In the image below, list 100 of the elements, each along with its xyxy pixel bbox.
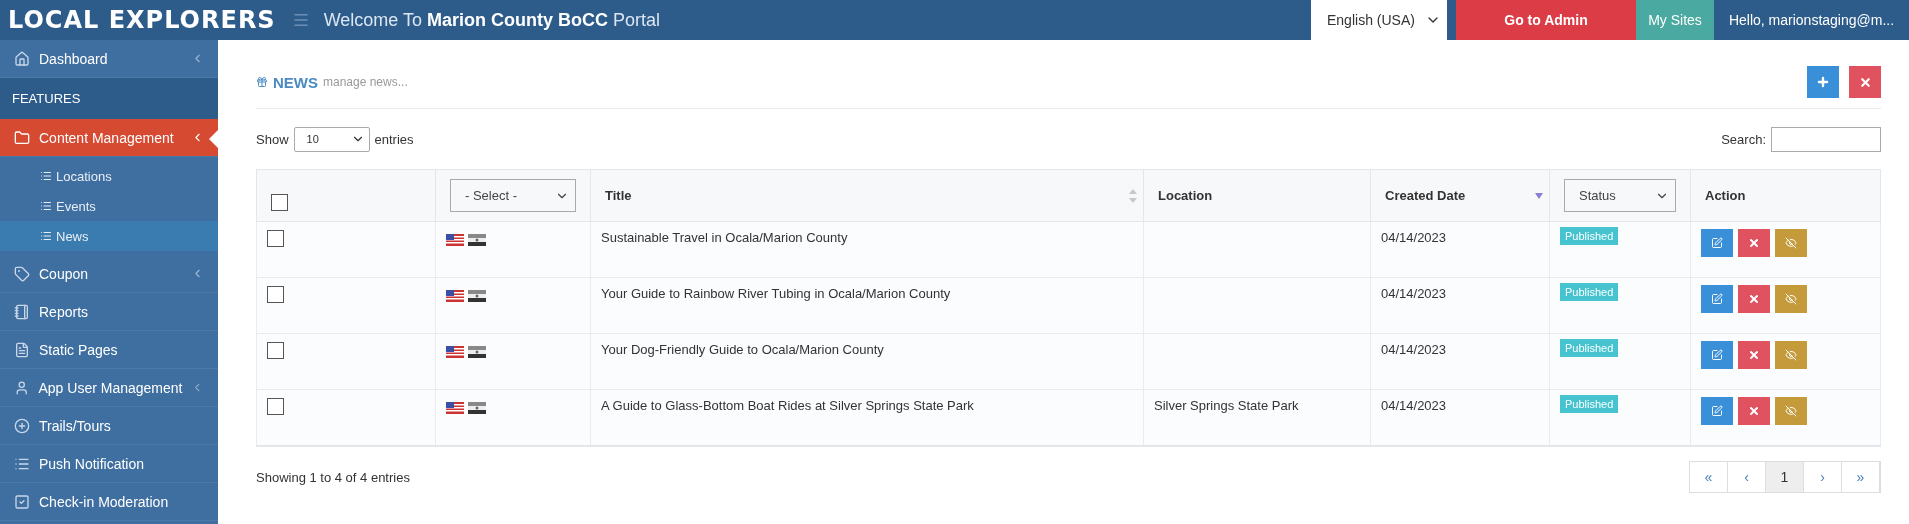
select-all-checkbox[interactable] — [271, 194, 288, 211]
sidebar-item[interactable]: Push Notification — [0, 445, 218, 483]
us-flag-icon — [446, 402, 464, 414]
page-button[interactable]: 1 — [1766, 462, 1804, 492]
eye-off-icon — [1785, 405, 1797, 417]
entries-label: entries — [374, 131, 414, 147]
flag-icon — [468, 290, 486, 302]
status-badge: Published — [1560, 339, 1619, 357]
edit-button[interactable] — [1701, 285, 1733, 313]
search-field[interactable] — [1771, 126, 1881, 152]
row-checkbox[interactable] — [267, 230, 284, 247]
plus-icon — [1816, 75, 1830, 89]
logo: LOCAL EXPLORERS — [8, 5, 276, 35]
close-icon — [1748, 349, 1760, 361]
delete-button[interactable] — [1849, 66, 1881, 98]
sort-descending-icon — [1535, 193, 1543, 199]
close-icon — [1858, 75, 1872, 89]
sidebar-item[interactable]: App User Management — [0, 369, 218, 407]
sidebar-item-icon — [14, 417, 30, 434]
column-header[interactable]: Location — [1143, 169, 1371, 222]
delete-button[interactable] — [1738, 341, 1770, 369]
sidebar-section-header: FEATURES — [0, 78, 218, 119]
delete-button[interactable] — [1738, 397, 1770, 425]
edit-icon — [1711, 349, 1723, 361]
table-cell: 04/14/2023 — [1370, 333, 1550, 390]
add-button[interactable] — [1807, 66, 1839, 98]
delete-button[interactable] — [1738, 229, 1770, 257]
list-icon — [40, 230, 52, 242]
show-label: Show — [256, 131, 289, 147]
sidebar-item[interactable]: Trails/Tours — [0, 407, 218, 445]
row-checkbox[interactable] — [267, 398, 284, 415]
close-icon — [1748, 405, 1760, 417]
sidebar-item[interactable]: Static Pages — [0, 331, 218, 369]
hide-button[interactable] — [1775, 397, 1807, 425]
sidebar-subitem[interactable]: News — [0, 221, 218, 251]
row-checkbox[interactable] — [267, 286, 284, 303]
status-filter[interactable]: Status — [1564, 179, 1676, 212]
sidebar-item[interactable]: Check-in Moderation — [0, 483, 218, 521]
sidebar-item[interactable]: Coupon — [0, 255, 218, 293]
sidebar-item-icon — [14, 341, 30, 358]
delete-button[interactable] — [1738, 285, 1770, 313]
row-checkbox[interactable] — [267, 342, 284, 359]
table-cell: 04/14/2023 — [1370, 389, 1550, 446]
sidebar-item-icon — [14, 129, 30, 146]
sidebar-item-icon — [14, 265, 30, 282]
close-icon — [1748, 237, 1760, 249]
table-cell: Silver Springs State Park — [1143, 389, 1371, 446]
portal-title: Welcome To Marion County BoCC Portal — [323, 9, 661, 31]
status-badge: Published — [1560, 283, 1619, 301]
hide-button[interactable] — [1775, 229, 1807, 257]
sort-icon — [1129, 189, 1137, 203]
table-cell: A Guide to Glass-Bottom Boat Rides at Silver Springs State Park — [590, 389, 1144, 446]
eye-off-icon — [1785, 293, 1797, 305]
go-to-admin-button[interactable]: Go to Admin — [1456, 0, 1636, 40]
list-icon — [40, 200, 52, 212]
us-flag-icon — [446, 346, 464, 358]
edit-button[interactable] — [1701, 341, 1733, 369]
edit-icon — [1711, 293, 1723, 305]
search-label: Search: — [1721, 131, 1766, 147]
page-title: NEWS — [273, 73, 318, 91]
sidebar-item-icon — [14, 379, 30, 396]
entries-info: Showing 1 to 4 of 4 entries — [256, 469, 410, 485]
list-icon — [40, 170, 52, 182]
edit-icon — [1711, 237, 1723, 249]
us-flag-icon — [446, 234, 464, 246]
sidebar-item-icon — [14, 303, 30, 320]
eye-off-icon — [1785, 237, 1797, 249]
table-cell: Sustainable Travel in Ocala/Marion County — [590, 221, 1144, 278]
my-sites-button[interactable]: My Sites — [1636, 0, 1714, 40]
sidebar-item-icon — [14, 50, 30, 67]
sidebar-item[interactable]: Reports — [0, 293, 218, 331]
column-header[interactable]: Title — [590, 169, 1144, 222]
language-filter[interactable]: - Select - — [450, 179, 576, 212]
column-header[interactable]: Created Date — [1370, 169, 1550, 222]
active-notch — [209, 130, 218, 148]
table-cell: 04/14/2023 — [1370, 277, 1550, 334]
table-cell: Your Guide to Rainbow River Tubing in Ocala/Marion County — [590, 277, 1144, 334]
flag-icon — [468, 234, 486, 246]
sidebar-subitem[interactable]: Events — [0, 191, 218, 221]
sidebar-item[interactable]: Content Management — [0, 119, 218, 157]
flag-icon — [468, 346, 486, 358]
language-select[interactable]: English (USA) — [1311, 0, 1447, 40]
page-subtitle: manage news... — [323, 75, 408, 89]
flag-icon — [468, 402, 486, 414]
status-badge: Published — [1560, 227, 1619, 245]
page-size-select[interactable]: 10 — [293, 126, 370, 152]
gift-icon — [256, 76, 268, 88]
edit-button[interactable] — [1701, 229, 1733, 257]
table-cell: 04/14/2023 — [1370, 221, 1550, 278]
table-cell: Your Dog-Friendly Guide to Ocala/Marion County — [590, 333, 1144, 390]
column-header: Action — [1690, 169, 1881, 222]
close-icon — [1748, 293, 1760, 305]
eye-off-icon — [1785, 349, 1797, 361]
sidebar-subitem[interactable]: Locations — [0, 161, 218, 191]
us-flag-icon — [446, 290, 464, 302]
hide-button[interactable] — [1775, 341, 1807, 369]
edit-button[interactable] — [1701, 397, 1733, 425]
menu-icon[interactable] — [291, 11, 310, 29]
edit-icon — [1711, 405, 1723, 417]
hide-button[interactable] — [1775, 285, 1807, 313]
